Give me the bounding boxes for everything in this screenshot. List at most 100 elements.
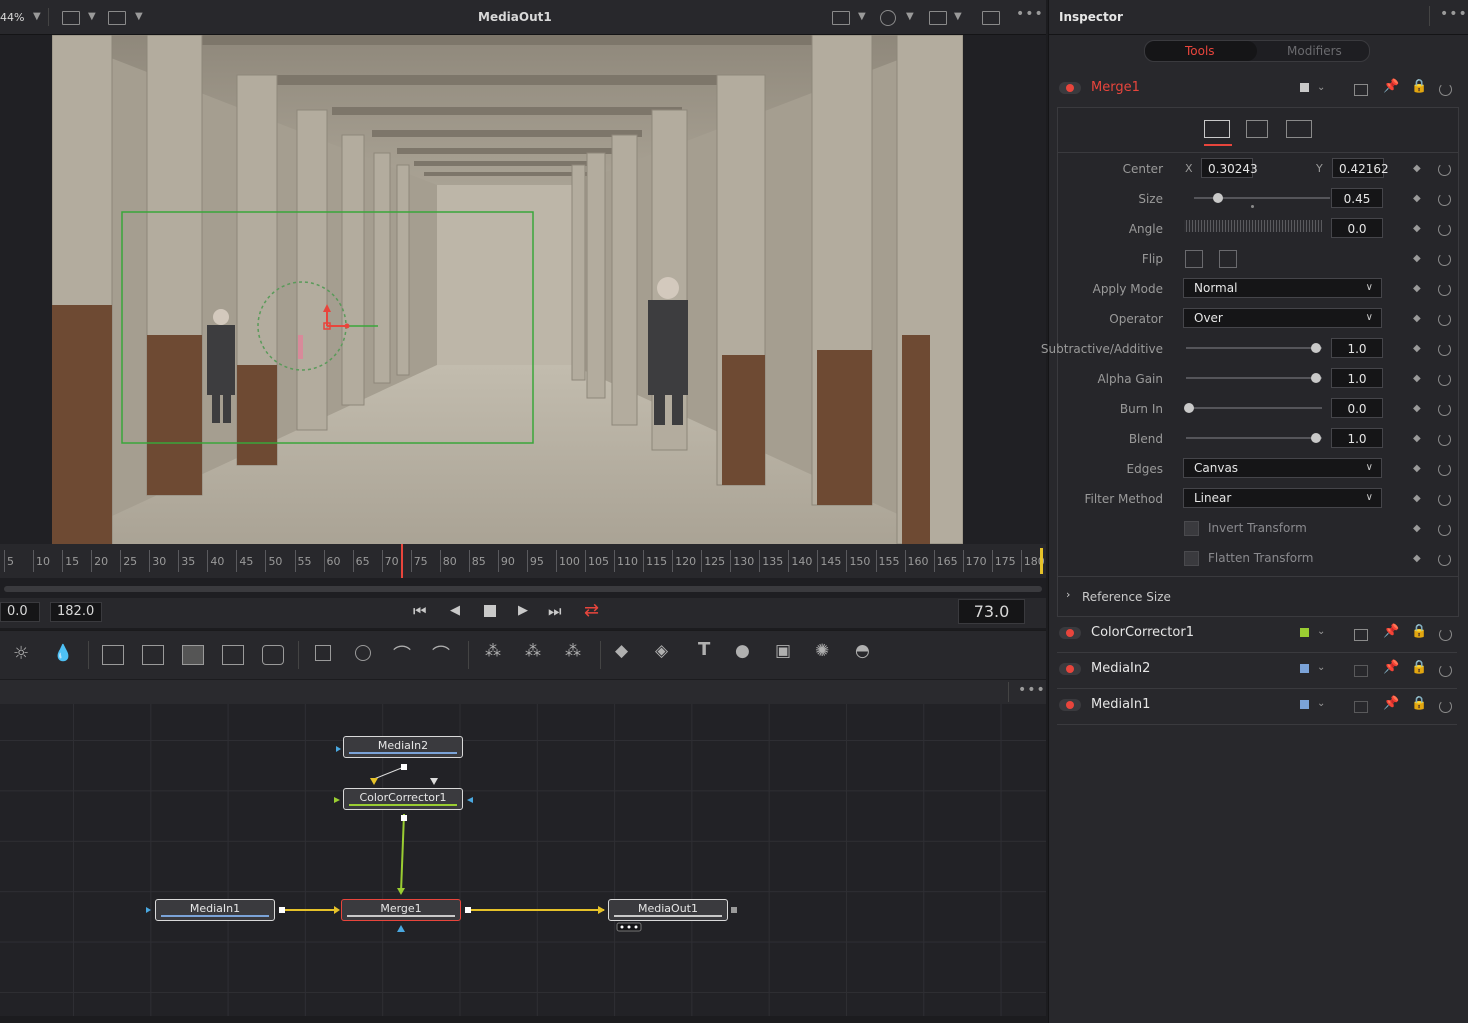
controls-tab-icon[interactable]: [1204, 120, 1230, 138]
reset-icon[interactable]: [1438, 283, 1451, 296]
size-slider-knob[interactable]: [1213, 193, 1223, 203]
filter-method-dropdown[interactable]: Linear ∨: [1183, 488, 1382, 508]
reset-tool-icon[interactable]: [1439, 700, 1452, 713]
blend-slider-knob[interactable]: [1311, 433, 1321, 443]
viewer-options-icon[interactable]: [108, 11, 126, 25]
reset-icon[interactable]: [1438, 313, 1451, 326]
merge-tool-icon[interactable]: [102, 645, 124, 665]
layout-chevron-down-icon[interactable]: ▼: [88, 11, 96, 22]
shape-3d-icon[interactable]: ◈: [655, 641, 668, 661]
matte-tool-icon[interactable]: [182, 645, 204, 665]
reset-icon[interactable]: [1438, 163, 1451, 176]
chevron-down-icon[interactable]: ⌄: [1317, 626, 1325, 637]
tool-row-mediain1[interactable]: MediaIn1 ⌄ 📌 🔒: [1057, 688, 1457, 725]
keyframe-icon[interactable]: ◆: [1413, 463, 1421, 474]
version-icon[interactable]: [1354, 665, 1368, 677]
reset-icon[interactable]: [1438, 193, 1451, 206]
light-3d-icon[interactable]: ◓: [855, 641, 870, 661]
lock-icon[interactable]: 🔒: [1411, 660, 1427, 675]
subadd-slider[interactable]: [1186, 347, 1322, 349]
blend-field[interactable]: 1.0: [1331, 428, 1383, 448]
keyframe-icon[interactable]: ◆: [1413, 313, 1421, 324]
subadd-slider-knob[interactable]: [1311, 343, 1321, 353]
current-frame-field[interactable]: 73.0: [958, 599, 1025, 624]
go-to-end-icon[interactable]: ⏭: [548, 602, 562, 620]
tool-enable-toggle[interactable]: [1059, 627, 1081, 639]
angle-thumbwheel[interactable]: [1184, 220, 1322, 232]
playhead[interactable]: [401, 544, 403, 578]
reset-icon[interactable]: [1438, 373, 1451, 386]
flip-horizontal-icon[interactable]: [1185, 250, 1203, 268]
keyframe-icon[interactable]: ◆: [1413, 223, 1421, 234]
alpha-gain-slider[interactable]: [1186, 377, 1322, 379]
rectangle-mask-icon[interactable]: [315, 645, 331, 661]
grid-icon[interactable]: [929, 11, 947, 25]
color-channel-icon[interactable]: [880, 10, 896, 26]
lock-icon[interactable]: 🔒: [1411, 79, 1427, 94]
tool-enable-toggle[interactable]: [1059, 663, 1081, 675]
reset-icon[interactable]: [1438, 493, 1451, 506]
tool-color-swatch[interactable]: [1300, 664, 1309, 673]
operator-dropdown[interactable]: Over ∨: [1183, 308, 1382, 328]
keyframe-icon[interactable]: ◆: [1413, 193, 1421, 204]
pin-icon[interactable]: 📌: [1383, 660, 1399, 675]
blend-slider[interactable]: [1186, 437, 1322, 439]
resize-tool-icon[interactable]: [222, 645, 244, 665]
tool-enable-toggle[interactable]: [1059, 699, 1081, 711]
burn-in-field[interactable]: 0.0: [1331, 398, 1383, 418]
reset-icon[interactable]: [1438, 553, 1451, 566]
end-marker[interactable]: [1040, 548, 1043, 574]
burn-in-slider[interactable]: [1186, 407, 1322, 409]
keyframe-icon[interactable]: ◆: [1413, 343, 1421, 354]
tab-modifiers[interactable]: Modifiers: [1287, 44, 1342, 58]
play-reverse-icon[interactable]: ◀: [450, 603, 460, 618]
chevron-right-icon[interactable]: ›: [1066, 588, 1070, 601]
tool-row-colorcorrector1[interactable]: ColorCorrector1 ⌄ 📌 🔒: [1057, 616, 1457, 653]
node-mediaout1[interactable]: MediaOut1: [608, 899, 728, 921]
size-field[interactable]: 0.45: [1331, 188, 1383, 208]
invert-transform-checkbox[interactable]: [1184, 521, 1199, 536]
reset-tool-icon[interactable]: [1439, 628, 1452, 641]
node-mediain2[interactable]: MediaIn2: [343, 736, 463, 758]
center-x-field[interactable]: 0.30243: [1201, 158, 1258, 178]
split-view-icon[interactable]: [982, 11, 1000, 25]
node-colorcorrector1[interactable]: ColorCorrector1: [343, 788, 463, 810]
tool-row-mediain2[interactable]: MediaIn2 ⌄ 📌 🔒: [1057, 652, 1457, 689]
stop-icon[interactable]: [484, 605, 496, 617]
version-icon[interactable]: [1354, 629, 1368, 641]
keyframe-icon[interactable]: ◆: [1413, 163, 1421, 174]
keyframe-icon[interactable]: ◆: [1413, 373, 1421, 384]
tool-color-swatch[interactable]: [1300, 628, 1309, 637]
polygon-mask-icon[interactable]: ⌒: [393, 641, 411, 667]
roi-chevron-down-icon[interactable]: ▼: [858, 11, 866, 22]
flatten-transform-checkbox[interactable]: [1184, 551, 1199, 566]
chevron-down-icon[interactable]: ⌄: [1317, 698, 1325, 709]
bspline-mask-icon[interactable]: ⌒: [432, 641, 450, 667]
zoom-level[interactable]: 44%: [0, 11, 24, 24]
settings-tab-icon[interactable]: [1286, 120, 1312, 138]
center-y-field[interactable]: 0.42162: [1332, 158, 1389, 178]
keyframe-icon[interactable]: ◆: [1413, 403, 1421, 414]
play-icon[interactable]: ▶: [518, 603, 528, 618]
pin-icon[interactable]: 📌: [1383, 79, 1399, 94]
pin-icon[interactable]: 📌: [1383, 624, 1399, 639]
keyframe-icon[interactable]: ◆: [1413, 553, 1421, 564]
reset-icon[interactable]: [1438, 253, 1451, 266]
node-editor[interactable]: MediaIn2 ColorCorrector1 MediaIn1 Merge1…: [0, 704, 1046, 1016]
flip-vertical-icon[interactable]: [1219, 250, 1237, 268]
viewer-image[interactable]: [52, 35, 963, 544]
text-3d-icon[interactable]: T: [698, 639, 710, 660]
tool-color-swatch[interactable]: [1300, 83, 1309, 92]
tool-enable-toggle[interactable]: [1059, 82, 1081, 94]
lock-icon[interactable]: 🔒: [1411, 696, 1427, 711]
zoom-chevron-down-icon[interactable]: ▼: [33, 11, 41, 22]
reset-icon[interactable]: [1438, 223, 1451, 236]
particle-style-icon[interactable]: ⁂: [565, 641, 581, 660]
ellipse-mask-icon[interactable]: [355, 645, 371, 661]
reset-tool-icon[interactable]: [1439, 664, 1452, 677]
keyframe-icon[interactable]: ◆: [1413, 433, 1421, 444]
node-mediain1[interactable]: MediaIn1: [155, 899, 275, 921]
reset-icon[interactable]: [1438, 433, 1451, 446]
tool-color-chevron-down-icon[interactable]: ⌄: [1317, 82, 1325, 93]
reset-icon[interactable]: [1438, 463, 1451, 476]
